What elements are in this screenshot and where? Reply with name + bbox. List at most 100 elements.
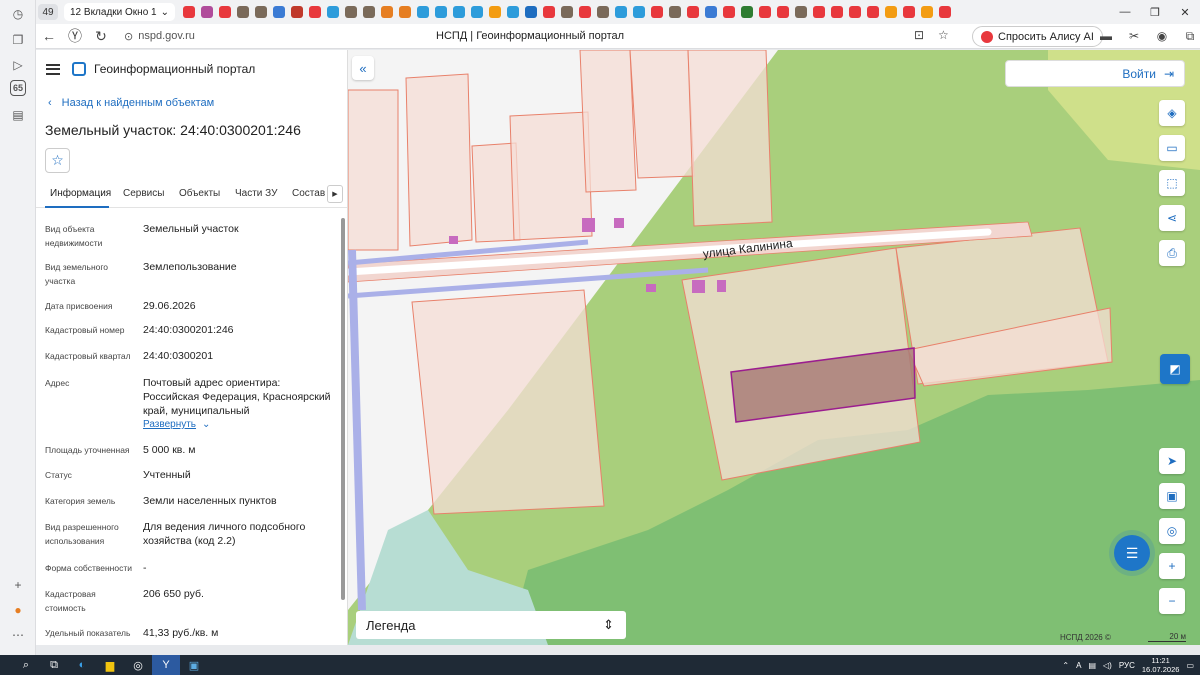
tab-favicon-icon[interactable]: [795, 6, 807, 18]
bookmark-icon[interactable]: ⊡: [914, 28, 924, 42]
tab-favicon-icon[interactable]: [183, 6, 195, 18]
reload-icon[interactable]: ↻: [88, 28, 114, 45]
chrome-icon[interactable]: ◎: [124, 655, 152, 675]
tab-objects[interactable]: Объекты: [179, 188, 220, 199]
tab-favicon-icon[interactable]: [363, 6, 375, 18]
tab-favicon-icon[interactable]: [237, 6, 249, 18]
tab-favicon-icon[interactable]: [309, 6, 321, 18]
login-button[interactable]: Войти ⇥: [1005, 60, 1185, 87]
tab-favicon-icon[interactable]: [435, 6, 447, 18]
tray-clock[interactable]: 11:21 16.07.2026: [1142, 656, 1180, 674]
geolocation-button[interactable]: ◎: [1159, 518, 1185, 544]
tab-favicon-icon[interactable]: [669, 6, 681, 18]
yandex-icon[interactable]: Ⓨ: [62, 26, 88, 46]
tab-favicon-icon[interactable]: [489, 6, 501, 18]
tab-favicon-icon[interactable]: [399, 6, 411, 18]
add-icon[interactable]: +: [8, 575, 28, 595]
tab-favicon-icon[interactable]: [615, 6, 627, 18]
gosuslugi-button[interactable]: ◩: [1160, 354, 1190, 384]
panel-scrollbar[interactable]: [341, 218, 345, 600]
tab-favicon-icon[interactable]: [921, 6, 933, 18]
tab-favicon-icon[interactable]: [543, 6, 555, 18]
mail-icon[interactable]: ●: [8, 600, 28, 620]
tab-favicon-icon[interactable]: [201, 6, 213, 18]
tab-favicon-icon[interactable]: [633, 6, 645, 18]
maximize-icon[interactable]: ❐: [1140, 0, 1170, 24]
extensions-icon[interactable]: ⧉: [1182, 28, 1198, 44]
yandex-browser-icon[interactable]: Y: [152, 655, 180, 675]
tab-composition[interactable]: Состав: [292, 188, 325, 199]
tab-favicon-icon[interactable]: [597, 6, 609, 18]
search-icon[interactable]: ⌕: [12, 655, 40, 675]
history-icon[interactable]: ◷: [8, 4, 28, 24]
sidebar-icon[interactable]: ▬: [1098, 28, 1114, 44]
menu-icon[interactable]: [46, 63, 60, 75]
tray-network-icon[interactable]: ▤: [1088, 661, 1096, 670]
tab-favicon-icon[interactable]: [849, 6, 861, 18]
favorite-star-button[interactable]: ☆: [45, 148, 70, 173]
tab-favicon-icon[interactable]: [381, 6, 393, 18]
tab-favicon-icon[interactable]: [651, 6, 663, 18]
counter-badge-icon[interactable]: 65: [10, 80, 26, 96]
tray-lang[interactable]: РУС: [1119, 661, 1135, 670]
url-field[interactable]: ⊙ nspd.gov.ru: [124, 30, 195, 43]
share-button[interactable]: ⋖: [1159, 205, 1185, 231]
locate-button[interactable]: ➤: [1159, 448, 1185, 474]
zoom-in-button[interactable]: +: [1159, 553, 1185, 579]
collapse-panel-button[interactable]: «: [352, 56, 374, 80]
tab-favicon-icon[interactable]: [831, 6, 843, 18]
tools-icon[interactable]: ✂: [1126, 28, 1142, 44]
play-icon[interactable]: ▷: [8, 55, 28, 75]
app-window-icon[interactable]: ▣: [180, 655, 208, 675]
tab-favicon-icon[interactable]: [885, 6, 897, 18]
tab-favicon-icon[interactable]: [453, 6, 465, 18]
layers-button[interactable]: ◈: [1159, 100, 1185, 126]
tray-arrow-icon[interactable]: ⌃: [1062, 661, 1069, 670]
map-view[interactable]: улица Калинина « Войти ⇥ ◈ ▭ ⬚ ⋖ ⎙ ◩ ➤ ▣…: [348, 50, 1200, 645]
edge-icon[interactable]: ◐: [68, 655, 96, 675]
tab-count[interactable]: 49: [38, 4, 58, 20]
tab-favicon-icon[interactable]: [705, 6, 717, 18]
tab-information[interactable]: Информация: [50, 188, 111, 199]
tab-favicon-icon[interactable]: [939, 6, 951, 18]
profile-icon[interactable]: ◉: [1154, 28, 1170, 44]
back-link[interactable]: ‹ Назад к найденным объектам: [48, 97, 214, 109]
collections-icon[interactable]: ❐: [8, 30, 28, 50]
minimize-icon[interactable]: —: [1110, 0, 1140, 24]
zoom-out-button[interactable]: −: [1159, 588, 1185, 614]
tab-group[interactable]: 12 Вкладки Окно 1 ⌄: [64, 3, 175, 21]
minimap-button[interactable]: ▣: [1159, 483, 1185, 509]
tab-favicon-icon[interactable]: [507, 6, 519, 18]
tab-favicon-icon[interactable]: [777, 6, 789, 18]
tab-favicon-icon[interactable]: [219, 6, 231, 18]
close-icon[interactable]: ✕: [1170, 0, 1200, 24]
print-button[interactable]: ⎙: [1159, 240, 1185, 266]
tab-favicon-icon[interactable]: [291, 6, 303, 18]
ask-alice-button[interactable]: Спросить Алису AI: [972, 26, 1103, 47]
back-arrow-icon[interactable]: ←: [36, 28, 62, 44]
tab-favicon-icon[interactable]: [525, 6, 537, 18]
tab-favicon-icon[interactable]: [471, 6, 483, 18]
tab-favicon-icon[interactable]: [813, 6, 825, 18]
tab-favicon-icon[interactable]: [273, 6, 285, 18]
legend-dropdown[interactable]: Легенда ⇕: [356, 611, 626, 639]
tab-favicon-icon[interactable]: [741, 6, 753, 18]
select-area-button[interactable]: ⬚: [1159, 170, 1185, 196]
tab-favicon-icon[interactable]: [255, 6, 267, 18]
expand-link[interactable]: Развернуть ⌄: [143, 418, 335, 432]
notifications-icon[interactable]: ▭: [1186, 661, 1194, 670]
bookmark-star-icon[interactable]: ☆: [938, 28, 949, 42]
tab-land-parts[interactable]: Части ЗУ: [235, 188, 277, 199]
tab-favicon-icon[interactable]: [723, 6, 735, 18]
notes-icon[interactable]: ▤: [8, 105, 28, 125]
tab-favicon-icon[interactable]: [687, 6, 699, 18]
tab-favicon-icon[interactable]: [417, 6, 429, 18]
tray-volume-icon[interactable]: ◁): [1103, 661, 1112, 670]
more-icon[interactable]: ⋯: [8, 625, 28, 645]
tab-favicon-icon[interactable]: [867, 6, 879, 18]
tab-favicon-icon[interactable]: [579, 6, 591, 18]
measure-button[interactable]: ▭: [1159, 135, 1185, 161]
tab-services[interactable]: Сервисы: [123, 188, 164, 199]
tab-favicon-icon[interactable]: [327, 6, 339, 18]
tab-favicon-icon[interactable]: [561, 6, 573, 18]
